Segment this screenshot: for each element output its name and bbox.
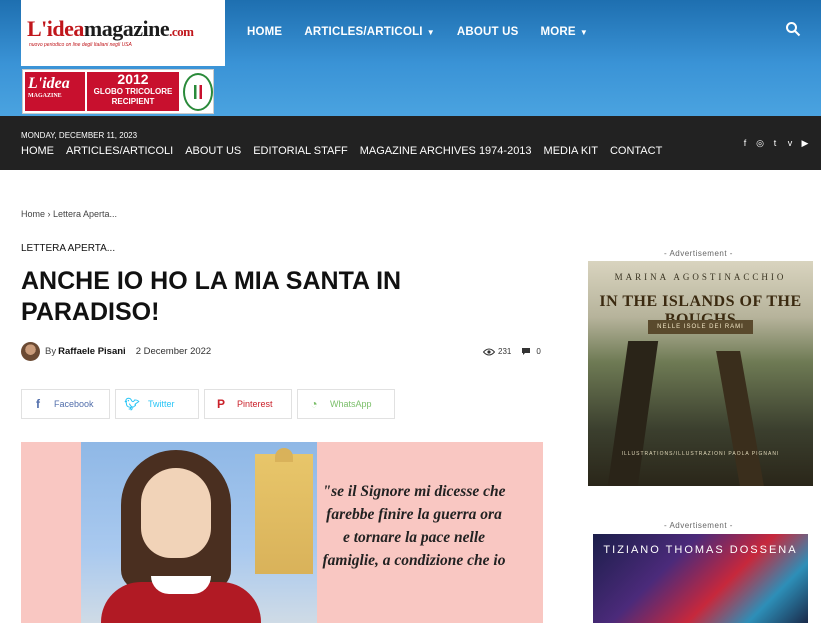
- topnav-articles[interactable]: ARTICLES/ARTICOLI ▼: [304, 26, 435, 38]
- ad-book-subtitle: NELLE ISOLE DEI RAMI: [648, 320, 753, 334]
- subnav-magazine-archives[interactable]: MAGAZINE ARCHIVES 1974-2013: [360, 145, 532, 157]
- ad-label: - Advertisement -: [664, 521, 733, 530]
- featured-quote: "se il Signore mi dicesse che farebbe fi…: [322, 483, 506, 569]
- ad-credit: ILLUSTRATIONS/ILLUSTRAZIONI PAOLA PIGNAN…: [621, 451, 780, 457]
- youtube-icon[interactable]: ▶: [800, 138, 810, 149]
- secondary-navigation: HOME ARTICLES/ARTICOLI ABOUT US EDITORIA…: [21, 145, 674, 157]
- current-date: MONDAY, DECEMBER 11, 2023: [21, 131, 138, 140]
- banner-logo: L'idea MAGAZINE: [25, 72, 85, 111]
- comment-icon[interactable]: [521, 347, 531, 356]
- subnav-media-kit[interactable]: MEDIA KIT: [544, 145, 598, 157]
- page-title: ANCHE IO HO LA MIA SANTA IN PARADISO!: [21, 267, 402, 326]
- view-count: 231: [498, 347, 512, 356]
- share-facebook-button[interactable]: f Facebook: [21, 389, 110, 419]
- ad-author: TIZIANO THOMAS DOSSENA: [603, 544, 798, 556]
- article-byline: By Raffaele Pisani 2 December 2022: [21, 342, 211, 361]
- top-navigation: HOME ARTICLES/ARTICOLI ▼ ABOUT US MORE ▼: [247, 26, 610, 38]
- subnav-home[interactable]: HOME: [21, 145, 54, 157]
- twitter-icon[interactable]: t: [770, 138, 780, 149]
- book-advertisement-2[interactable]: TIZIANO THOMAS DOSSENA: [593, 534, 808, 623]
- topnav-about[interactable]: ABOUT US: [457, 26, 519, 38]
- saint-portrait: [81, 442, 317, 623]
- subnav-articles[interactable]: ARTICLES/ARTICOLI: [66, 145, 173, 157]
- facebook-icon: f: [36, 397, 40, 411]
- subnav-contact[interactable]: CONTACT: [610, 145, 662, 157]
- share-pinterest-button[interactable]: P Pinterest: [204, 389, 292, 419]
- article-stats: 231 0: [483, 347, 541, 356]
- site-logo[interactable]: L'ideamagazine.com nuovo periodico on li…: [21, 0, 225, 66]
- facebook-icon[interactable]: f: [740, 138, 750, 149]
- banner-award: 2012 GLOBO TRICOLORE RECIPIENT: [87, 72, 179, 111]
- site-header: L'ideamagazine.com nuovo periodico on li…: [0, 0, 821, 116]
- topnav-home[interactable]: HOME: [247, 26, 282, 38]
- whatsapp-icon: ◔: [310, 397, 318, 411]
- subnav-editorial-staff[interactable]: EDITORIAL STAFF: [253, 145, 348, 157]
- logo-tld: .com: [169, 24, 194, 39]
- logo-second: magazine: [83, 16, 170, 41]
- avatar[interactable]: [21, 342, 40, 361]
- by-label: By: [45, 346, 57, 357]
- featured-image: "se il Signore mi dicesse che farebbe fi…: [21, 442, 543, 623]
- category-label[interactable]: LETTERA APERTA...: [21, 243, 115, 254]
- ad-author: MARINA AGOSTINACCHIO: [614, 272, 787, 282]
- instagram-icon[interactable]: ◎: [755, 138, 765, 149]
- logo-main: L'idea: [27, 16, 84, 41]
- publish-date: 2 December 2022: [135, 346, 212, 357]
- church-illustration: [255, 448, 313, 574]
- pinterest-icon: P: [216, 397, 225, 411]
- twitter-icon: 🐦︎: [124, 397, 140, 411]
- vimeo-icon[interactable]: v: [785, 138, 795, 149]
- author-link[interactable]: Raffaele Pisani: [58, 346, 126, 357]
- share-whatsapp-button[interactable]: ◔ WhatsApp: [297, 389, 395, 419]
- eye-icon: [483, 348, 495, 355]
- chevron-down-icon: ▼: [579, 27, 588, 37]
- topnav-more[interactable]: MORE ▼: [541, 26, 588, 38]
- breadcrumb[interactable]: Home › Lettera Aperta...: [21, 209, 117, 219]
- ad-label: - Advertisement -: [664, 249, 733, 258]
- search-icon[interactable]: [785, 21, 801, 37]
- book-advertisement[interactable]: MARINA AGOSTINACCHIO IN THE ISLANDS OF T…: [588, 261, 813, 486]
- logo-tagline: nuovo periodico on line degli Italiani n…: [29, 42, 132, 48]
- award-banner[interactable]: L'idea MAGAZINE 2012 GLOBO TRICOLORE REC…: [22, 69, 214, 114]
- award-seal-icon: [183, 73, 213, 111]
- subnav-about[interactable]: ABOUT US: [185, 145, 241, 157]
- secondary-nav-bar: [0, 116, 821, 170]
- chevron-down-icon: ▼: [426, 27, 435, 37]
- share-twitter-button[interactable]: 🐦︎ Twitter: [115, 389, 199, 419]
- comment-count[interactable]: 0: [536, 347, 540, 356]
- social-links: f ◎ t v ▶: [740, 138, 810, 149]
